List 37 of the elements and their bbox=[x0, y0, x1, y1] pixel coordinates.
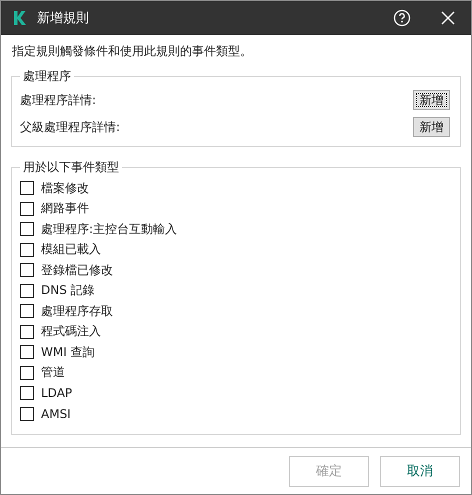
add-button[interactable]: 新增 bbox=[413, 90, 450, 110]
instruction-text: 指定規則觸發條件和使用此規則的事件類型。 bbox=[11, 43, 253, 60]
checkbox-label: DNS 記錄 bbox=[41, 282, 95, 300]
checkbox-label: 登錄檔已修改 bbox=[41, 262, 113, 279]
checkbox-label: 管道 bbox=[41, 364, 65, 382]
add-button[interactable]: 新增 bbox=[413, 117, 450, 137]
checkbox[interactable] bbox=[20, 304, 34, 318]
checkbox-label: 模組已載入 bbox=[41, 241, 101, 258]
checkbox[interactable] bbox=[20, 263, 34, 278]
checkbox-label: 處理程序存取 bbox=[41, 302, 113, 320]
checkbox[interactable] bbox=[20, 345, 34, 360]
logo-icon bbox=[13, 10, 27, 26]
help-button[interactable] bbox=[391, 7, 413, 29]
checkbox[interactable] bbox=[20, 386, 34, 400]
help-icon bbox=[393, 9, 411, 27]
checkbox[interactable] bbox=[20, 202, 34, 216]
checkbox[interactable] bbox=[20, 242, 34, 257]
checkbox-label: AMSI bbox=[41, 406, 71, 421]
checkbox-label: 處理程序:主控台互動輸入 bbox=[41, 220, 178, 238]
checkbox[interactable] bbox=[20, 181, 34, 196]
window-title: 新增規則 bbox=[37, 10, 90, 27]
checkbox[interactable] bbox=[20, 284, 34, 298]
checkbox[interactable] bbox=[20, 366, 34, 380]
checkbox-label: 檔案修改 bbox=[41, 180, 89, 197]
checkbox[interactable] bbox=[20, 324, 34, 339]
close-icon bbox=[440, 10, 456, 26]
checkbox-label: LDAP bbox=[41, 386, 72, 400]
cancel-button[interactable]: 取消 bbox=[380, 456, 460, 486]
checkbox-label: WMI 查詢 bbox=[41, 344, 95, 361]
field-label: 處理程序詳情: bbox=[20, 92, 96, 108]
checkbox[interactable] bbox=[20, 406, 34, 421]
group-legend: 用於以下事件類型 bbox=[20, 159, 122, 176]
checkbox-label: 網路事件 bbox=[41, 200, 89, 218]
field-label: 父級處理程序詳情: bbox=[20, 118, 120, 136]
group-legend: 處理程序 bbox=[20, 68, 74, 85]
checkbox-label: 程式碼注入 bbox=[41, 323, 101, 340]
checkbox[interactable] bbox=[20, 222, 34, 236]
